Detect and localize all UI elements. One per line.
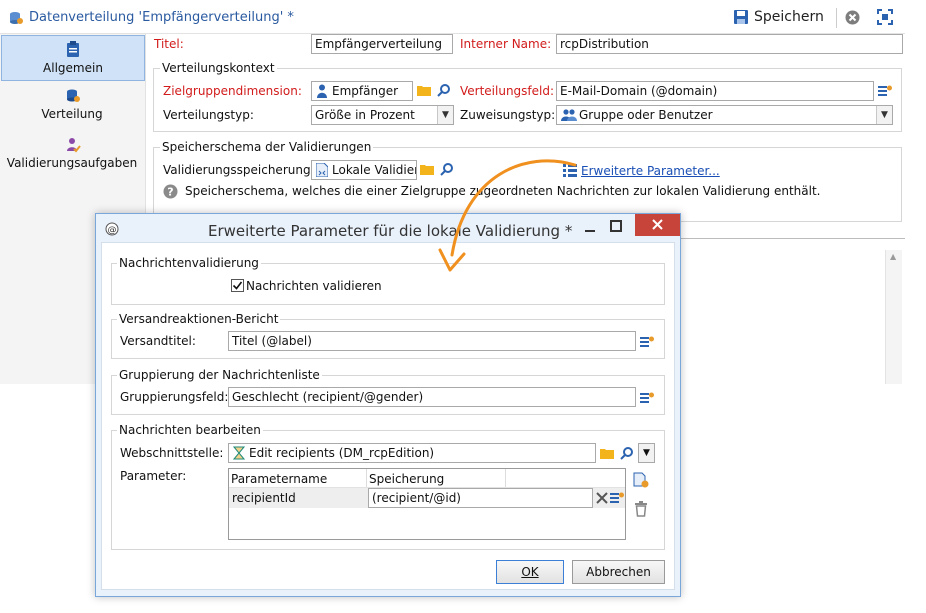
msg-validation-legend: Nachrichtenvalidierung (117, 256, 261, 270)
chevron-down-icon[interactable]: ▼ (876, 106, 892, 124)
param-name-cell: recipientId (232, 491, 296, 505)
user-check-icon (65, 137, 81, 153)
cancel-label: Abbrechen (586, 565, 651, 579)
sidebar-item-label: Allgemein (43, 61, 103, 75)
context-legend: Verteilungskontext (160, 61, 277, 75)
callout-arrow (438, 159, 577, 272)
sidebar-item-label: Verteilung (41, 107, 103, 121)
validation-storage-label: Validierungsspeicherung: (163, 163, 315, 177)
column-divider (505, 469, 506, 487)
title-label: Titel: (154, 37, 184, 51)
distribution-field[interactable]: E-Mail-Domain (@domain) (556, 81, 874, 101)
validate-messages-checkbox[interactable] (231, 279, 244, 292)
svg-text:?: ? (167, 186, 173, 199)
expression-editor-icon[interactable] (878, 84, 892, 98)
web-app-value: Edit recipients (DM_rcpEdition) (249, 446, 435, 460)
search-icon[interactable] (437, 83, 451, 97)
hourglass-icon (232, 446, 246, 460)
cancel-button[interactable]: Abbrechen (572, 560, 665, 584)
add-row-icon[interactable] (633, 472, 649, 488)
clear-icon[interactable] (596, 492, 608, 504)
scroll-up-icon[interactable]: ▲ (890, 252, 896, 261)
maximize-icon[interactable] (609, 219, 623, 233)
target-dimension-field[interactable]: Empfänger (311, 81, 413, 101)
ok-label: OK (521, 565, 539, 579)
assignment-type-value: Gruppe oder Benutzer (579, 108, 713, 122)
clipboard-icon (66, 41, 80, 57)
distribution-type-label: Verteilungstyp: (163, 108, 254, 122)
delivery-report-legend: Versandreaktionen-Bericht (117, 312, 281, 326)
target-dimension-label: Zielgruppendimension: (163, 84, 302, 98)
expand-icon[interactable] (877, 9, 893, 25)
assignment-type-select[interactable]: Gruppe oder Benutzer ▼ (556, 105, 893, 125)
validation-storage-value: Lokale Validier (332, 163, 417, 177)
distribution-type-value: Größe in Prozent (315, 108, 415, 122)
internal-name-field[interactable]: rcpDistribution (556, 34, 903, 54)
schema-icon (315, 162, 329, 178)
expression-editor-icon[interactable] (640, 335, 654, 349)
expression-editor-icon[interactable] (640, 391, 654, 405)
person-icon (316, 84, 328, 98)
delivery-title-label: Versandtitel: (120, 334, 196, 348)
web-app-field[interactable]: Edit recipients (DM_rcpEdition) (228, 443, 596, 463)
help-icon: ? (163, 184, 178, 199)
sidebar-item-label: Validierungsaufgaben (6, 156, 138, 170)
search-icon[interactable] (620, 446, 634, 460)
database-user-icon (65, 88, 81, 104)
column-divider (366, 469, 367, 487)
expression-editor-icon[interactable] (610, 491, 624, 505)
parameters-label: Parameter: (120, 469, 187, 483)
scrollbar[interactable]: ▲ (885, 250, 902, 384)
app-icon: @ (105, 222, 119, 236)
sidebar-item-validierungsaufgaben[interactable]: Validierungsaufgaben (1, 133, 145, 175)
toolbar-divider (836, 8, 837, 28)
folder-icon[interactable] (417, 84, 431, 96)
assignment-type-label: Zuweisungstyp: (460, 108, 556, 122)
validation-storage-field[interactable]: Lokale Validier (311, 160, 417, 180)
svg-text:@: @ (108, 226, 117, 236)
delivery-title-field[interactable]: Titel (@label) (228, 331, 636, 351)
delete-icon[interactable] (634, 501, 648, 517)
dialog-close-button[interactable] (635, 214, 680, 236)
internal-name-label: Interner Name: (460, 37, 552, 51)
param-storage-field[interactable]: (recipient/@id) (368, 488, 593, 508)
web-app-label: Webschnittstelle: (120, 446, 224, 460)
storage-legend: Speicherschema der Validierungen (160, 140, 374, 154)
web-app-dropdown[interactable]: ▼ (638, 443, 655, 463)
sidebar-item-verteilung[interactable]: Verteilung (1, 84, 145, 126)
validate-messages-label: Nachrichten validieren (246, 279, 382, 293)
save-label: Speichern (754, 9, 824, 25)
column-header-name[interactable]: Parametername (231, 472, 327, 486)
column-header-storage[interactable]: Speicherung (369, 472, 444, 486)
save-button[interactable]: Speichern (733, 8, 829, 28)
group-icon (561, 108, 577, 122)
minimize-icon[interactable] (583, 220, 597, 234)
grouping-field[interactable]: Geschlecht (recipient/@gender) (228, 387, 636, 407)
distribution-type-select[interactable]: Größe in Prozent ▼ (311, 105, 454, 125)
folder-icon[interactable] (600, 447, 614, 459)
database-icon (8, 10, 24, 26)
grouping-field-label: Gruppierungsfeld: (120, 390, 229, 404)
target-dimension-value: Empfänger (332, 84, 399, 98)
close-circle-icon[interactable] (845, 10, 860, 25)
advanced-parameters-link[interactable]: Erweiterte Parameter... (581, 164, 720, 178)
grouping-legend: Gruppierung der Nachrichtenliste (117, 368, 322, 382)
floppy-icon (733, 9, 749, 25)
title-field[interactable]: Empfängerverteilung (311, 34, 453, 54)
edit-messages-legend: Nachrichten bearbeiten (117, 423, 263, 437)
chevron-down-icon[interactable]: ▼ (437, 106, 453, 124)
lower-panel (680, 238, 905, 384)
distribution-field-label: Verteilungsfeld: (460, 84, 555, 98)
ok-button[interactable]: OK (496, 560, 564, 584)
sidebar-item-allgemein[interactable]: Allgemein (1, 35, 145, 81)
window-title: Datenverteilung 'Empfängerverteilung' * (29, 10, 294, 25)
